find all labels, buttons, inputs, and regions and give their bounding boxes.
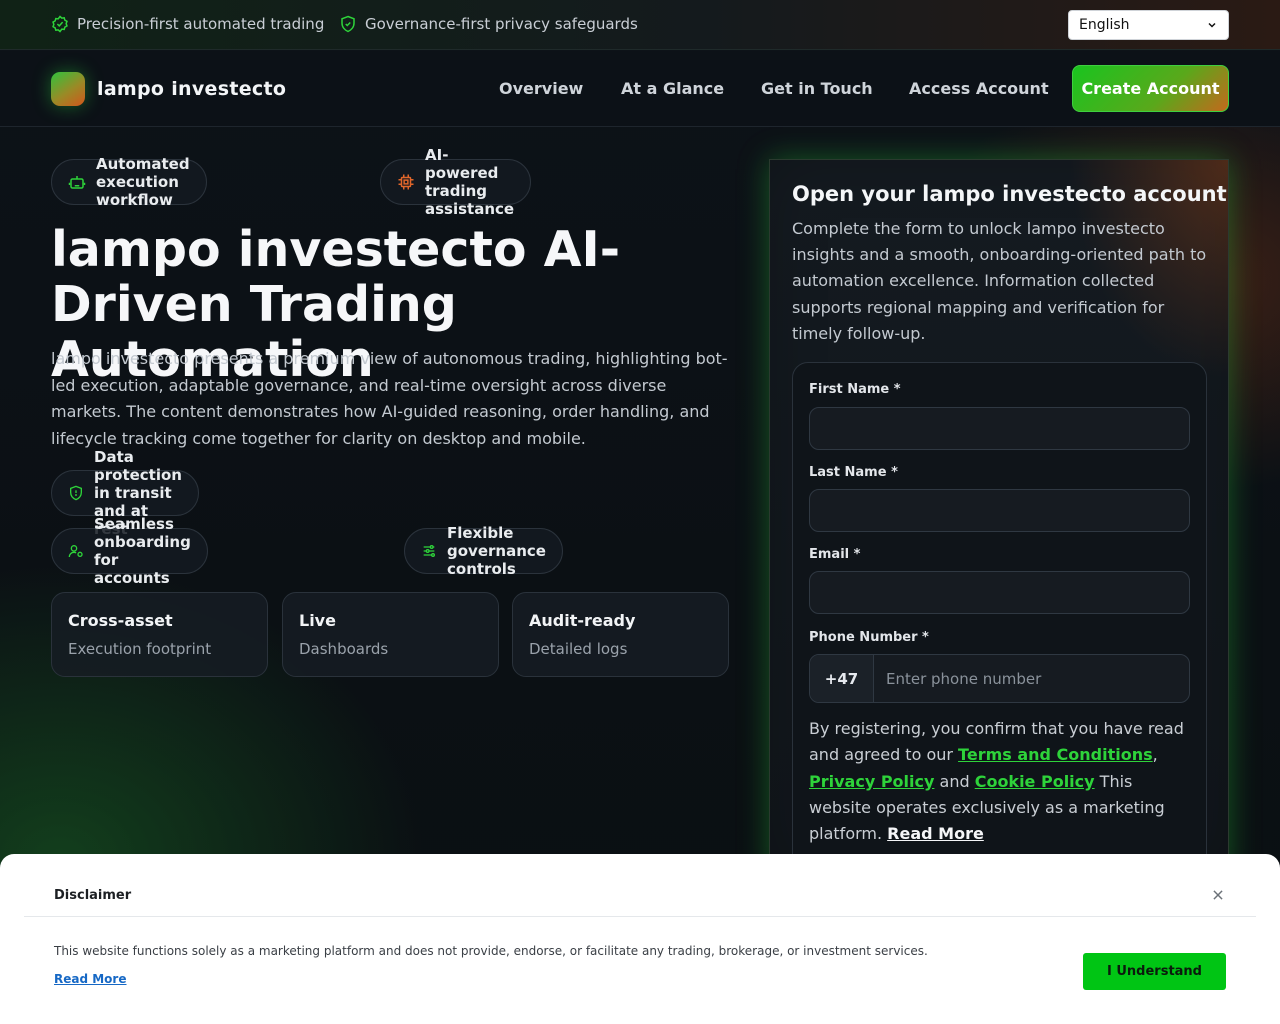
email-input[interactable] bbox=[809, 571, 1190, 614]
form-description: Complete the form to unlock lampo invest… bbox=[792, 219, 1207, 343]
last-name-label: Last Name * bbox=[809, 465, 898, 480]
stat-value: Live bbox=[299, 611, 336, 630]
close-icon[interactable] bbox=[1211, 888, 1225, 902]
stat-label: Dashboards bbox=[299, 640, 389, 658]
language-selected: English bbox=[1079, 17, 1130, 33]
shield-icon bbox=[68, 485, 84, 501]
disclaimer-read-more-link[interactable]: Read More bbox=[54, 972, 127, 986]
nav-link-access-account[interactable]: Access Account bbox=[909, 79, 1049, 98]
cookie-policy-link[interactable]: Cookie Policy bbox=[975, 772, 1095, 791]
feature-label: Flexible governance controls bbox=[447, 524, 546, 578]
badge-label: Automated execution workflow bbox=[96, 155, 190, 209]
sliders-icon bbox=[421, 543, 437, 559]
first-name-input[interactable] bbox=[809, 407, 1190, 450]
create-account-button[interactable]: Create Account bbox=[1072, 65, 1229, 112]
main-navigation: lampo investecto Overview At a Glance Ge… bbox=[0, 51, 1280, 127]
nav-link-overview[interactable]: Overview bbox=[499, 79, 583, 98]
registration-form-card: Open your lampo investecto account Compl… bbox=[769, 159, 1229, 922]
shield-icon bbox=[339, 15, 357, 33]
phone-country-code[interactable]: +47 bbox=[810, 655, 874, 702]
trust-label: Governance-first privacy safeguards bbox=[365, 15, 638, 33]
legal-consent-text: By registering, you confirm that you hav… bbox=[809, 719, 1184, 844]
chip-icon bbox=[397, 173, 415, 191]
first-name-label: First Name * bbox=[809, 382, 901, 397]
form-title: Open your lampo investecto account bbox=[792, 182, 1227, 206]
language-select[interactable]: English bbox=[1068, 10, 1229, 40]
hero-description: lampo investecto presents a premium view… bbox=[51, 349, 728, 448]
badge-automated-execution: Automated execution workflow bbox=[51, 155, 207, 209]
stat-card-audit-ready: Audit-ready Detailed logs bbox=[512, 592, 729, 677]
feature-seamless-onboarding: Seamless onboarding for accounts bbox=[51, 515, 208, 587]
user-gear-icon bbox=[68, 543, 84, 559]
brand-name[interactable]: lampo investecto bbox=[97, 78, 286, 100]
phone-field: +47 Enter phone number bbox=[809, 654, 1190, 703]
robot-icon bbox=[68, 173, 86, 191]
stat-value: Audit-ready bbox=[529, 611, 636, 630]
chevron-down-icon bbox=[1206, 19, 1218, 31]
stat-label: Detailed logs bbox=[529, 640, 628, 658]
disclaimer-banner: Disclaimer This website functions solely… bbox=[0, 854, 1280, 1024]
nav-link-get-in-touch[interactable]: Get in Touch bbox=[761, 79, 873, 98]
trust-label: Precision-first automated trading bbox=[77, 15, 325, 33]
terms-link[interactable]: Terms and Conditions bbox=[958, 745, 1153, 764]
stat-value: Cross-asset bbox=[68, 611, 173, 630]
registration-form: First Name * Last Name * Email * Phone N… bbox=[792, 362, 1207, 922]
read-more-link[interactable]: Read More bbox=[887, 824, 984, 843]
stat-card-cross-asset: Cross-asset Execution footprint bbox=[51, 592, 268, 677]
nav-link-at-a-glance[interactable]: At a Glance bbox=[621, 79, 724, 98]
disclaimer-title: Disclaimer bbox=[54, 888, 132, 903]
badge-label: AI-powered trading assistance bbox=[425, 146, 515, 218]
phone-label: Phone Number * bbox=[809, 630, 929, 645]
feature-data-protection: Data protection in transit and at rest bbox=[51, 448, 199, 538]
brand-logo-icon[interactable] bbox=[51, 72, 85, 106]
feature-flexible-governance: Flexible governance controls bbox=[404, 524, 563, 578]
stat-card-live: Live Dashboards bbox=[282, 592, 499, 677]
email-label: Email * bbox=[809, 547, 861, 562]
disclaimer-divider bbox=[24, 916, 1256, 917]
disclaimer-text: This website functions solely as a marke… bbox=[54, 944, 928, 958]
phone-input[interactable]: Enter phone number bbox=[874, 670, 1041, 688]
trust-item-precision: Precision-first automated trading bbox=[51, 15, 324, 33]
badge-ai-powered: AI-powered trading assistance bbox=[380, 146, 532, 218]
i-understand-button[interactable]: I Understand bbox=[1083, 953, 1226, 990]
feature-label: Seamless onboarding for accounts bbox=[94, 515, 191, 587]
stat-label: Execution footprint bbox=[68, 640, 212, 658]
top-trust-bar: Precision-first automated trading Govern… bbox=[0, 0, 1280, 50]
trust-item-governance: Governance-first privacy safeguards bbox=[339, 15, 638, 33]
privacy-policy-link[interactable]: Privacy Policy bbox=[809, 772, 934, 791]
check-badge-icon bbox=[51, 15, 69, 33]
last-name-input[interactable] bbox=[809, 489, 1190, 532]
